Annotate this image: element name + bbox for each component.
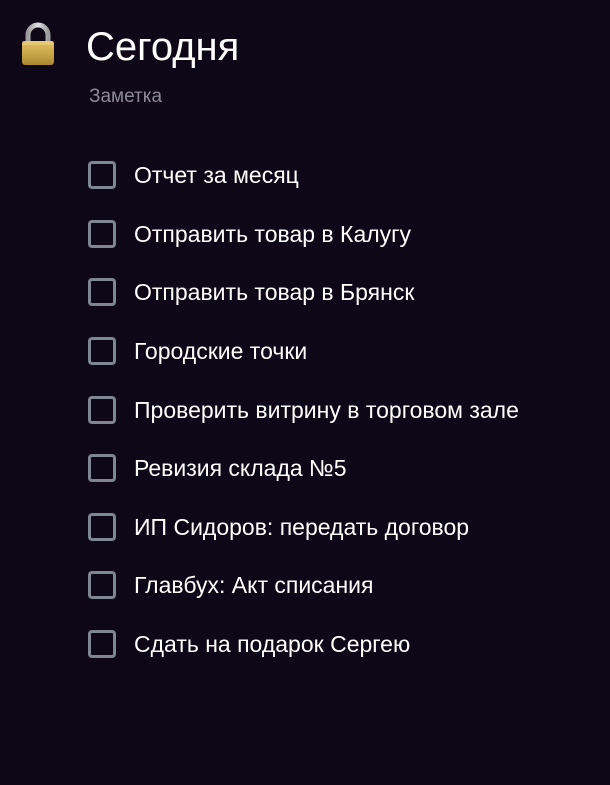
checkbox[interactable] [88, 395, 116, 424]
list-item[interactable]: Ревизия склада №5 [88, 439, 519, 498]
checkbox[interactable] [88, 161, 116, 190]
checkbox[interactable] [88, 454, 116, 483]
note-header: Сегодня Заметка [0, 0, 610, 120]
page-title: Сегодня [86, 25, 240, 69]
checkbox[interactable] [88, 630, 116, 659]
checkbox[interactable] [88, 219, 116, 248]
list-item-label: Проверить витрину в торговом зале [134, 396, 519, 423]
lock-icon [22, 22, 54, 65]
list-item[interactable]: Отправить товар в Брянск [88, 263, 519, 322]
checkbox[interactable] [88, 278, 116, 307]
list-item[interactable]: Проверить витрину в торговом зале [88, 380, 519, 439]
list-item-label: Отправить товар в Брянск [134, 279, 415, 306]
list-item-label: ИП Сидоров: передать договор [134, 513, 470, 540]
list-item[interactable]: Отчет за месяц [88, 146, 519, 205]
list-item-label: Сдать на подарок Сергею [134, 631, 411, 658]
list-item[interactable]: Городские точки [88, 322, 519, 381]
page-subtitle: Заметка [89, 86, 163, 107]
list-item-label: Отправить товар в Калугу [134, 220, 412, 247]
checkbox[interactable] [88, 512, 116, 541]
list-item-label: Ревизия склада №5 [134, 455, 347, 482]
checklist: Отчет за месяц Отправить товар в Калугу … [88, 146, 519, 673]
list-item-label: Главбух: Акт списания [134, 572, 374, 599]
checkbox[interactable] [88, 337, 116, 366]
list-item[interactable]: ИП Сидоров: передать договор [88, 498, 519, 557]
list-item[interactable]: Главбух: Акт списания [88, 556, 519, 615]
list-item-label: Городские точки [134, 338, 308, 365]
checkbox[interactable] [88, 571, 116, 600]
list-item-label: Отчет за месяц [134, 162, 299, 189]
list-item[interactable]: Сдать на подарок Сергею [88, 615, 519, 674]
list-item[interactable]: Отправить товар в Калугу [88, 205, 519, 264]
